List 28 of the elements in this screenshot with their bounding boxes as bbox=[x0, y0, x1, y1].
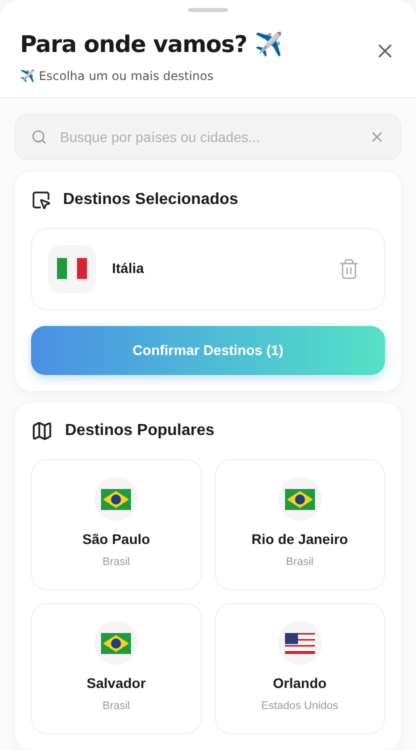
usa-flag-icon bbox=[284, 632, 315, 654]
search-field[interactable]: Busque por países ou cidades... bbox=[15, 114, 401, 160]
destination-name: Itália bbox=[112, 259, 145, 278]
country-name: Estados Unidos bbox=[261, 699, 338, 714]
destination-card[interactable]: Salvador Brasil bbox=[31, 602, 202, 734]
sheet-title: Para onde vamos? ✈ bbox=[20, 30, 283, 60]
country-name: Brasil bbox=[286, 555, 314, 570]
brazil-flag-icon bbox=[101, 632, 132, 654]
pointer-icon bbox=[31, 190, 51, 210]
section-title: Destinos Populares bbox=[65, 420, 214, 440]
destination-card[interactable]: Orlando Estados Unidos bbox=[214, 602, 385, 734]
country-name: Brasil bbox=[102, 699, 130, 714]
sheet-subtitle: ✈ Escolha um ou mais destinos bbox=[20, 68, 214, 84]
search-icon bbox=[31, 128, 47, 144]
brazil-flag-icon bbox=[284, 488, 315, 510]
section-title: Destinos Selecionados bbox=[63, 190, 238, 210]
destination-card[interactable]: Rio de Janeiro Brasil bbox=[214, 458, 385, 590]
destination-card[interactable]: São Paulo Brasil bbox=[31, 458, 202, 590]
map-icon bbox=[31, 420, 53, 442]
drag-handle[interactable] bbox=[188, 8, 228, 12]
brazil-flag-icon bbox=[101, 488, 132, 510]
italy-flag-icon bbox=[57, 258, 87, 279]
city-name: Salvador bbox=[86, 674, 146, 694]
delete-icon[interactable] bbox=[338, 258, 360, 280]
city-name: Orlando bbox=[272, 674, 327, 694]
country-name: Brasil bbox=[102, 555, 130, 570]
city-name: Rio de Janeiro bbox=[252, 530, 348, 550]
city-name: São Paulo bbox=[82, 530, 150, 550]
